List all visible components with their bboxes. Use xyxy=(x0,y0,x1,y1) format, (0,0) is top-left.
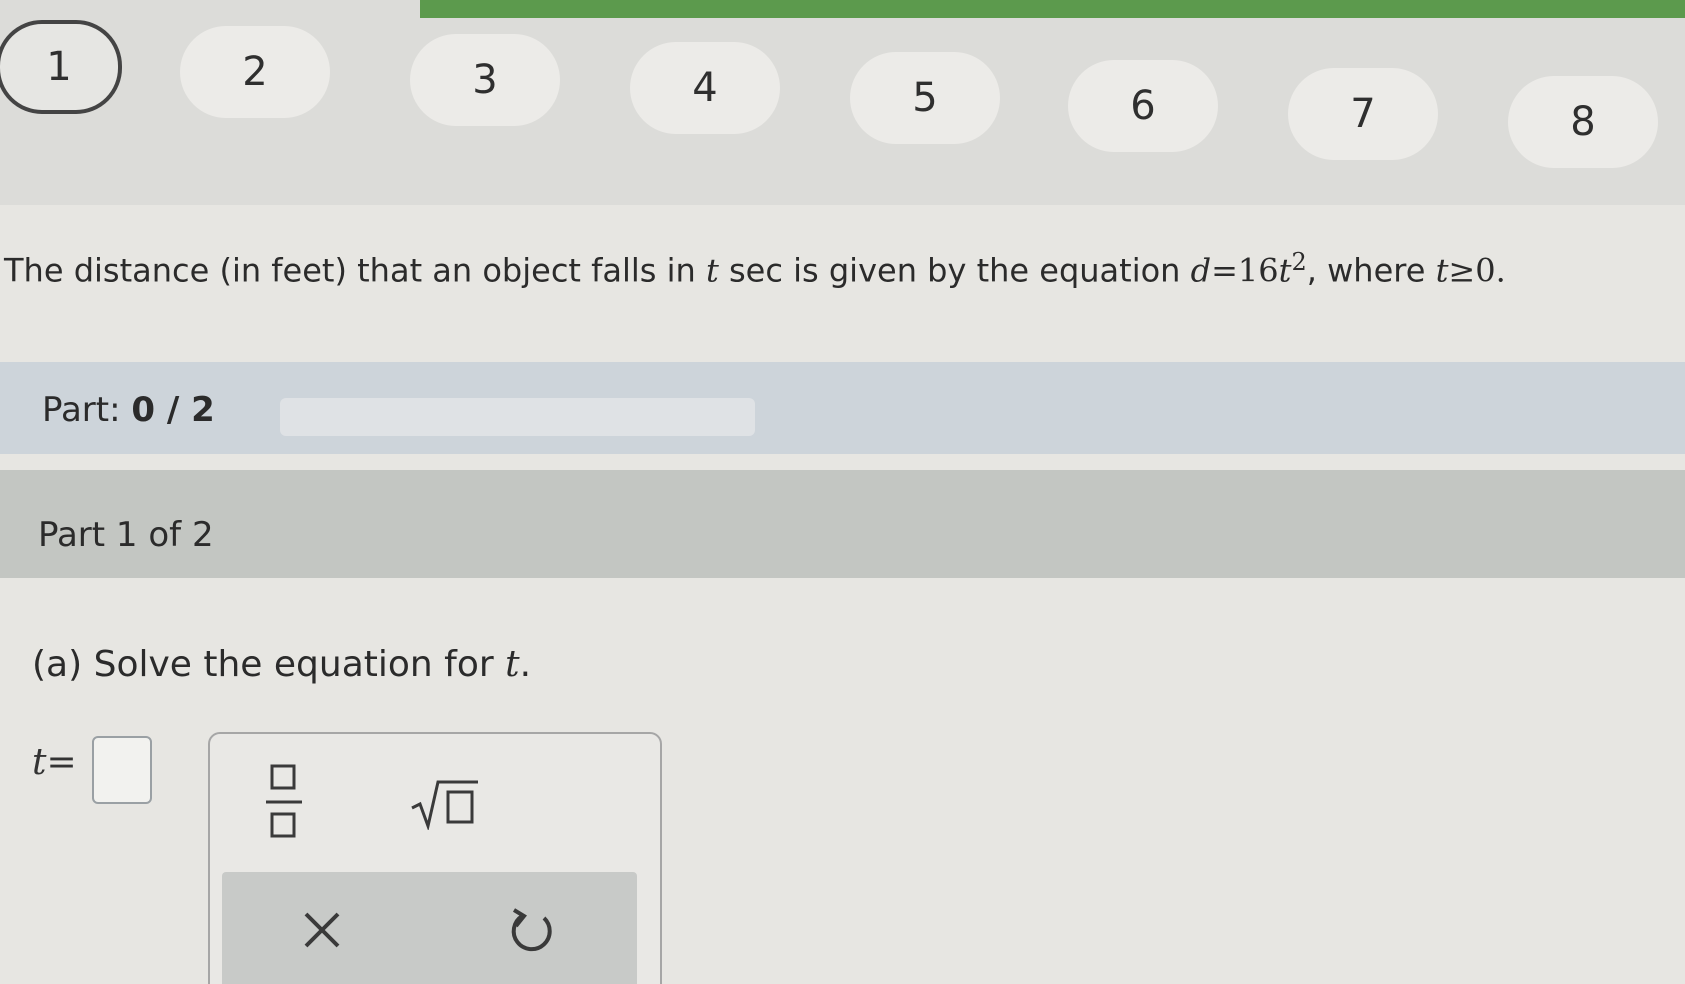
answer-label: t= xyxy=(32,742,77,783)
part-header: Part 1 of 2 xyxy=(38,515,214,555)
step-label: 3 xyxy=(472,57,498,103)
step-pill-6[interactable]: 6 xyxy=(1068,60,1218,152)
fraction-icon[interactable] xyxy=(260,764,308,840)
answer-input[interactable] xyxy=(92,736,152,804)
step-pill-1[interactable]: 1 xyxy=(0,20,122,114)
part-progress-value: 0 / 2 xyxy=(131,390,215,430)
step-pill-2[interactable]: 2 xyxy=(180,26,330,118)
square-root-icon[interactable] xyxy=(410,778,480,832)
question-tail: , where xyxy=(1306,251,1426,290)
prompt-var: t xyxy=(505,644,520,685)
prompt-prefix: (a) Solve the equation for xyxy=(32,644,494,685)
part-label-text: Part: xyxy=(42,390,121,430)
condition-t: t xyxy=(1435,251,1449,290)
equation-t: t xyxy=(1278,251,1292,290)
step-label: 2 xyxy=(242,49,268,95)
step-label: 6 xyxy=(1130,83,1156,129)
part-progress-band xyxy=(0,362,1685,454)
question-text: The distance (in feet) that an object fa… xyxy=(4,248,1684,290)
math-tool-panel xyxy=(208,732,662,984)
answer-var: t xyxy=(32,742,47,783)
question-mid: sec is given by the equation xyxy=(729,251,1181,290)
action-row xyxy=(222,872,637,984)
equation-exponent: 2 xyxy=(1291,248,1307,276)
step-pill-4[interactable]: 4 xyxy=(630,42,780,134)
undo-icon[interactable] xyxy=(502,900,562,960)
step-pill-3[interactable]: 3 xyxy=(410,34,560,126)
step-label: 8 xyxy=(1570,99,1596,145)
condition-rest: ≥0. xyxy=(1448,251,1506,290)
answer-eq: = xyxy=(46,742,77,783)
prompt-a: (a) Solve the equation for t. xyxy=(32,644,531,685)
progress-bar xyxy=(280,398,755,436)
page: 1 2 3 4 5 6 7 8 The distance (in feet) t… xyxy=(0,0,1685,984)
clear-icon[interactable] xyxy=(292,900,352,960)
var-t: t xyxy=(705,251,719,290)
step-label: 4 xyxy=(692,65,718,111)
step-label: 5 xyxy=(912,75,938,121)
step-pill-8[interactable]: 8 xyxy=(1508,76,1658,168)
step-pill-5[interactable]: 5 xyxy=(850,52,1000,144)
part-progress-label: Part: 0 / 2 xyxy=(42,390,215,430)
equation-eq: =16 xyxy=(1211,251,1279,290)
accent-bar xyxy=(420,0,1685,18)
prompt-suffix: . xyxy=(519,644,532,685)
equation-lhs: d xyxy=(1190,251,1212,290)
part-header-band xyxy=(0,470,1685,578)
step-label: 7 xyxy=(1350,91,1376,137)
question-lead: The distance (in feet) that an object fa… xyxy=(4,251,696,290)
step-label: 1 xyxy=(46,44,72,90)
step-pill-7[interactable]: 7 xyxy=(1288,68,1438,160)
